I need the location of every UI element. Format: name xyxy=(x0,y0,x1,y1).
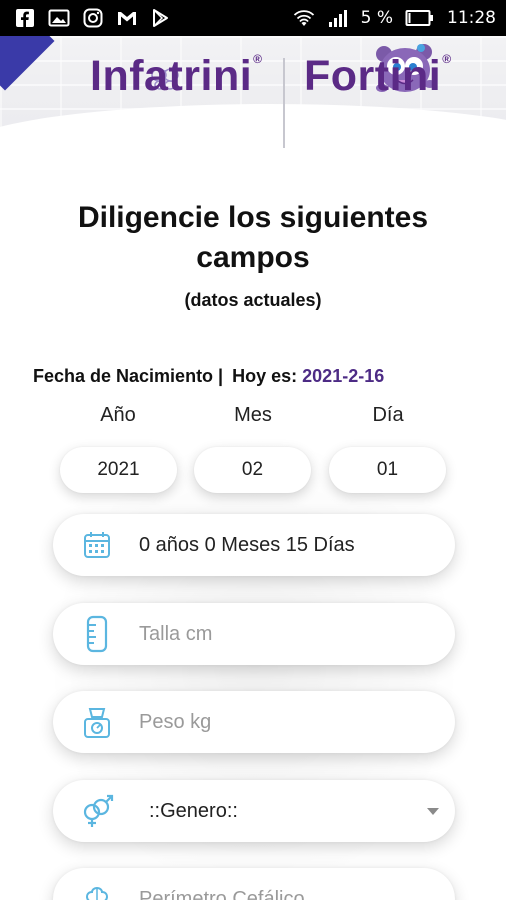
chevron-down-icon[interactable] xyxy=(427,808,439,815)
today-label: Hoy es: xyxy=(232,366,298,386)
gender-icon xyxy=(53,794,139,828)
brain-icon xyxy=(53,884,139,900)
battery-percent: 5 % xyxy=(360,8,393,28)
age-value: 0 años 0 Meses 15 Días xyxy=(139,533,355,556)
month-label: Mes xyxy=(234,404,272,426)
year-select[interactable]: 2021 xyxy=(60,447,177,493)
title-line-1: Diligencie los siguientes xyxy=(77,201,429,234)
dob-label: Fecha de Nacimiento | xyxy=(33,366,224,386)
day-label: Día xyxy=(372,404,404,426)
weight-field[interactable]: Peso kg xyxy=(53,691,455,753)
fortini-logo: Fortini® xyxy=(304,52,452,100)
gmail-icon xyxy=(116,8,138,28)
scale-icon xyxy=(53,705,139,739)
head-circumference-field[interactable]: Perímetro Cefálico xyxy=(53,868,455,900)
brand-divider xyxy=(283,58,285,148)
month-select[interactable]: 02 xyxy=(194,447,311,493)
height-field[interactable]: Talla cm xyxy=(53,603,455,665)
dob-line: Fecha de Nacimiento | Hoy es: 2021-2-16 xyxy=(33,366,384,387)
gallery-icon xyxy=(48,8,70,28)
signal-icon xyxy=(327,8,349,28)
today-value: 2021-2-16 xyxy=(302,366,385,386)
status-right-icons: 5 % 11:28 xyxy=(293,8,496,28)
calendar-icon xyxy=(53,530,139,560)
facebook-icon xyxy=(14,8,36,28)
height-input[interactable]: Talla cm xyxy=(139,623,212,646)
instagram-icon xyxy=(82,8,104,28)
clock: 11:28 xyxy=(447,8,496,28)
gender-select[interactable]: ::Genero:: xyxy=(149,800,238,823)
infatrini-logo: Infatrini® xyxy=(90,52,263,100)
gender-field[interactable]: ::Genero:: xyxy=(53,780,455,842)
year-label: Año xyxy=(100,404,136,426)
wifi-icon xyxy=(293,8,315,28)
age-field: 0 años 0 Meses 15 Días xyxy=(53,514,455,576)
weight-input[interactable]: Peso kg xyxy=(139,711,211,734)
play-store-icon xyxy=(150,8,172,28)
head-circumference-input[interactable]: Perímetro Cefálico xyxy=(139,888,305,900)
status-bar: 5 % 11:28 xyxy=(0,0,506,36)
status-left-icons xyxy=(14,8,172,28)
day-select[interactable]: 01 xyxy=(329,447,446,493)
page-title: Diligencie los siguientes campos xyxy=(0,198,506,278)
page-subtitle: (datos actuales) xyxy=(184,290,322,310)
ruler-icon xyxy=(53,615,139,653)
title-line-2: campos xyxy=(196,241,310,274)
battery-icon xyxy=(405,8,435,28)
